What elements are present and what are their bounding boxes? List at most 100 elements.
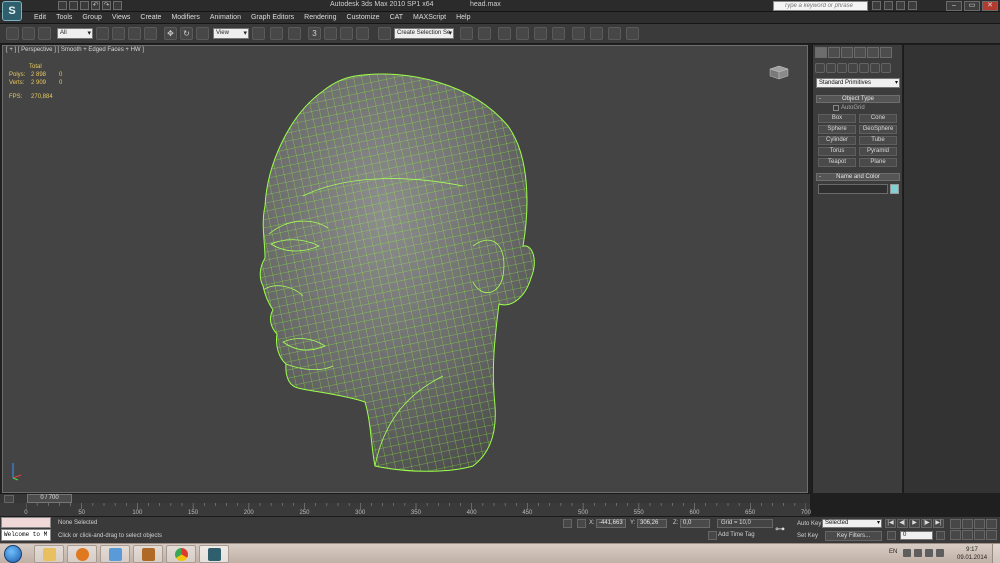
geosphere-button[interactable]: GeoSphere (859, 125, 897, 134)
create-tab-icon[interactable] (815, 47, 827, 58)
time-slider-thumb[interactable]: 0 / 700 (27, 494, 72, 503)
schematic-view-icon[interactable] (552, 27, 565, 40)
auto-key-button[interactable]: Auto Key (797, 521, 821, 527)
render-setup-icon[interactable] (590, 27, 603, 40)
edit-named-selection-icon[interactable] (378, 27, 391, 40)
torus-button[interactable]: Torus (818, 147, 856, 156)
material-editor-icon[interactable] (572, 27, 585, 40)
undo-icon[interactable]: ↶ (91, 1, 100, 10)
zoom-extents-all-icon[interactable] (986, 519, 997, 529)
motion-tab-icon[interactable] (854, 47, 866, 58)
pan-icon[interactable] (962, 530, 973, 540)
go-to-start-button[interactable]: |◀ (885, 519, 896, 528)
close-button[interactable]: ✕ (982, 1, 998, 11)
zoom-extents-icon[interactable] (974, 519, 985, 529)
tray-arrow-icon[interactable] (903, 549, 911, 557)
application-button[interactable]: S (2, 1, 22, 21)
3dsmax-taskbar-button[interactable] (199, 545, 229, 563)
show-desktop-button[interactable] (992, 544, 1000, 563)
modify-tab-icon[interactable] (828, 47, 840, 58)
x-coordinate-field[interactable]: -441,663 (596, 519, 626, 528)
z-coordinate-field[interactable]: 0,0 (680, 519, 710, 528)
lock-selection-icon[interactable] (563, 519, 572, 528)
menu-maxscript[interactable]: MAXScript (408, 14, 451, 21)
menu-group[interactable]: Group (77, 14, 106, 21)
star-icon[interactable] (896, 1, 905, 10)
select-by-name-icon[interactable] (112, 27, 125, 40)
window-crossing-icon[interactable] (144, 27, 157, 40)
plane-button[interactable]: Plane (859, 158, 897, 167)
mirror-icon[interactable] (460, 27, 473, 40)
cameras-icon[interactable] (848, 63, 858, 73)
utilities-tab-icon[interactable] (880, 47, 892, 58)
key-filters-button[interactable]: Key Filters... (825, 531, 882, 541)
cylinder-button[interactable]: Cylinder (818, 136, 856, 145)
zoom-all-icon[interactable] (962, 519, 973, 529)
viewport-label-menu[interactable]: [ + ] [ Perspective ] [ Smooth + Edged F… (6, 47, 144, 53)
helpers-icon[interactable] (859, 63, 869, 73)
sphere-button[interactable]: Sphere (818, 125, 856, 134)
geometry-icon[interactable] (815, 63, 825, 73)
object-type-rollout[interactable]: - Object Type (816, 95, 900, 103)
shapes-icon[interactable] (826, 63, 836, 73)
time-configuration-icon[interactable] (4, 495, 14, 503)
hierarchy-tab-icon[interactable] (841, 47, 853, 58)
viewcube-icon[interactable] (767, 64, 791, 80)
systems-icon[interactable] (881, 63, 891, 73)
field-of-view-icon[interactable] (950, 530, 961, 540)
angle-snap-icon[interactable] (324, 27, 337, 40)
maxscript-listener-output[interactable]: Welcome to M (1, 529, 51, 541)
volume-icon[interactable] (936, 549, 944, 557)
play-button[interactable]: ▶ (909, 519, 920, 528)
flag-icon[interactable] (914, 549, 922, 557)
new-file-icon[interactable] (58, 1, 67, 10)
space-warps-icon[interactable] (870, 63, 880, 73)
maximize-viewport-icon[interactable] (986, 530, 997, 540)
key-icon[interactable]: ⊶ (775, 524, 785, 535)
rotate-icon[interactable]: ↻ (180, 27, 193, 40)
go-to-end-button[interactable]: ▶| (933, 519, 944, 528)
link-icon[interactable] (6, 27, 19, 40)
key-mode-dropdown[interactable]: Selected (822, 519, 882, 528)
curve-editor-icon[interactable] (534, 27, 547, 40)
teapot-button[interactable]: Teapot (818, 158, 856, 167)
set-key-button[interactable]: Set Key (797, 533, 818, 539)
time-tag-icon[interactable] (708, 531, 717, 540)
previous-frame-button[interactable]: ◀| (897, 519, 908, 528)
primitive-category-dropdown[interactable]: Standard Primitives (816, 78, 900, 88)
help-search-input[interactable] (773, 1, 868, 11)
rendered-frame-window-icon[interactable] (608, 27, 621, 40)
keyboard-shortcut-icon[interactable] (288, 27, 301, 40)
move-icon[interactable]: ✥ (164, 27, 177, 40)
minimize-button[interactable]: – (946, 1, 962, 11)
time-slider[interactable]: 0 / 700 (0, 493, 810, 503)
menu-rendering[interactable]: Rendering (299, 14, 341, 21)
menu-modifiers[interactable]: Modifiers (166, 14, 204, 21)
select-manipulate-icon[interactable] (270, 27, 283, 40)
current-frame-field[interactable]: 0 (900, 531, 933, 540)
add-time-tag-button[interactable]: Add Time Tag (718, 532, 755, 538)
explorer-taskbar-button[interactable] (34, 545, 64, 563)
unlink-icon[interactable] (22, 27, 35, 40)
subscription-icon[interactable] (884, 1, 893, 10)
track-bar[interactable]: 0 50 100 150 200 250 300 350 400 450 500 550 600 650 7… (0, 503, 811, 517)
network-icon[interactable] (925, 549, 933, 557)
autogrid-checkbox[interactable] (833, 105, 839, 111)
reference-coordinate-dropdown[interactable]: View (213, 28, 249, 39)
box-button[interactable]: Box (818, 114, 856, 123)
tube-button[interactable]: Tube (859, 136, 897, 145)
menu-edit[interactable]: Edit (29, 14, 51, 21)
orbit-icon[interactable] (974, 530, 985, 540)
perspective-viewport[interactable]: [ + ] [ Perspective ] [ Smooth + Edged F… (2, 45, 808, 493)
select-object-icon[interactable] (96, 27, 109, 40)
help-icon[interactable] (908, 1, 917, 10)
menu-help[interactable]: Help (451, 14, 475, 21)
scale-icon[interactable] (196, 27, 209, 40)
menu-graph-editors[interactable]: Graph Editors (246, 14, 299, 21)
menu-animation[interactable]: Animation (205, 14, 246, 21)
media-player-taskbar-button[interactable] (67, 545, 97, 563)
rectangular-selection-icon[interactable] (128, 27, 141, 40)
percent-snap-icon[interactable] (340, 27, 353, 40)
menu-views[interactable]: Views (107, 14, 136, 21)
time-config-icon[interactable] (936, 531, 945, 540)
